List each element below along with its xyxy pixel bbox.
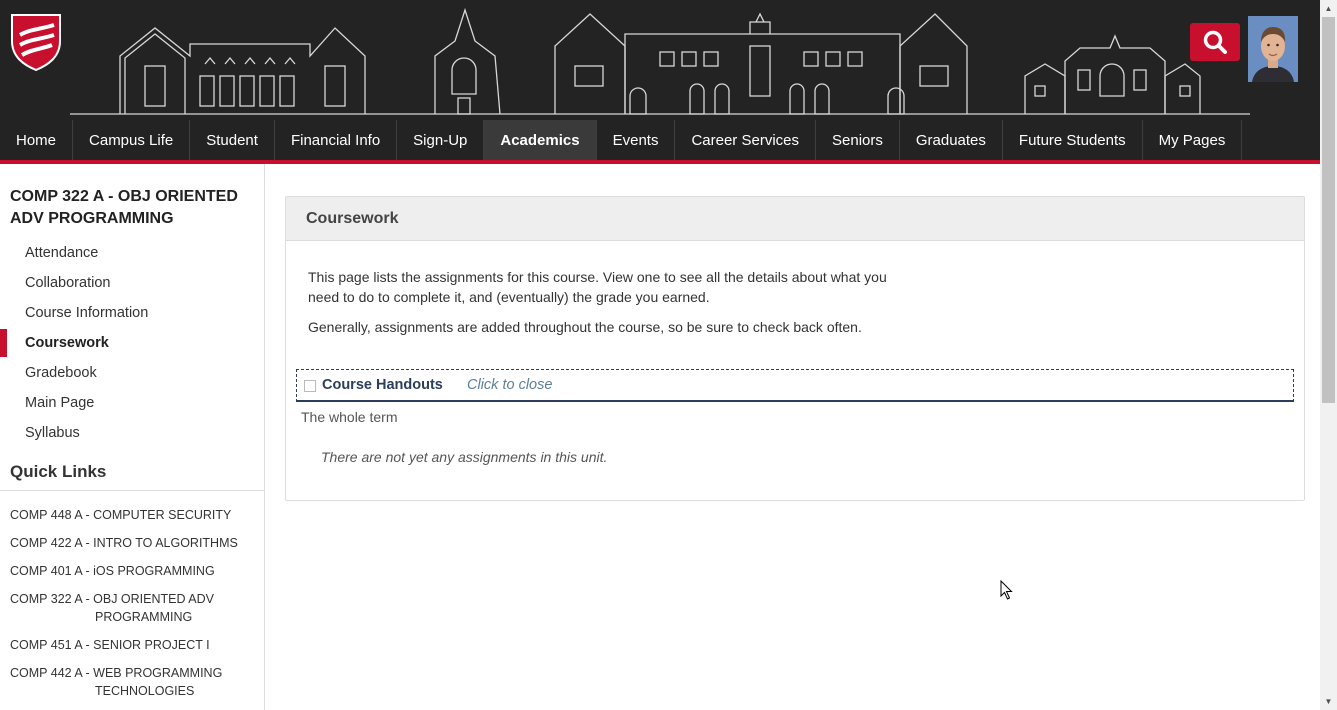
campus-skyline-illustration	[70, 7, 1250, 115]
intro-reminder: Generally, assignments are added through…	[308, 319, 862, 335]
nav-item-graduates[interactable]: Graduates	[900, 120, 1003, 160]
nav-item-financial-info[interactable]: Financial Info	[275, 120, 398, 160]
sidebar-item-gradebook[interactable]: Gradebook	[0, 358, 264, 388]
sidebar-item-attendance[interactable]: Attendance	[0, 238, 264, 268]
site-header	[0, 0, 1320, 120]
sidebar-item-course-information[interactable]: Course Information	[0, 298, 264, 328]
sidebar-item-collaboration[interactable]: Collaboration	[0, 268, 264, 298]
page-scrollbar[interactable]: ▲ ▼	[1320, 0, 1337, 710]
nav-item-career-services[interactable]: Career Services	[675, 120, 816, 160]
unit-title[interactable]: Course Handouts	[322, 377, 443, 393]
nav-item-academics[interactable]: Academics	[484, 120, 597, 160]
quick-link-item[interactable]: COMP 422 A - INTRO TO ALGORITHMS	[10, 534, 260, 552]
nav-item-campus-life[interactable]: Campus Life	[73, 120, 191, 160]
sidebar: COMP 322 A - OBJ ORIENTED ADV PROGRAMMIN…	[0, 164, 265, 710]
scroll-up-arrow-icon[interactable]: ▲	[1320, 0, 1337, 17]
page: Home Campus Life Student Financial Info Sign…	[0, 0, 1337, 710]
search-button[interactable]	[1190, 23, 1240, 61]
sidebar-item-syllabus[interactable]: Syllabus	[0, 418, 264, 448]
nav-list: Home Campus Life Student Financial Info Sign…	[0, 120, 1320, 160]
course-title: COMP 322 A - OBJ ORIENTED ADV PROGRAMMIN…	[10, 188, 238, 227]
nav-item-sign-up[interactable]: Sign-Up	[397, 120, 485, 160]
nav-item-events[interactable]: Events	[597, 120, 676, 160]
nav-item-student[interactable]: Student	[190, 120, 275, 160]
main-navigation: Home Campus Life Student Financial Info Sign…	[0, 120, 1320, 164]
unit-period: The whole term	[301, 409, 398, 425]
sidebar-divider	[0, 490, 264, 491]
sidebar-item-coursework[interactable]: Coursework	[0, 328, 264, 358]
quick-link-item[interactable]: COMP 451 A - SENIOR PROJECT I	[10, 636, 260, 654]
quick-links-list: COMP 448 A - COMPUTER SECURITY COMP 422 A…	[10, 506, 260, 710]
unit-checkbox[interactable]	[304, 380, 316, 392]
nav-item-home[interactable]: Home	[0, 120, 74, 160]
unit-empty-message: There are not yet any assignments in thi…	[321, 449, 608, 465]
unit-header-toggle[interactable]: Course Handouts Click to close	[296, 369, 1294, 402]
search-icon	[1203, 30, 1227, 54]
coursework-panel: Coursework This page lists the assignmen…	[285, 196, 1305, 501]
user-avatar[interactable]	[1248, 16, 1298, 82]
intro-paragraph: This page lists the assignments for this…	[308, 269, 887, 305]
quick-link-item[interactable]: COMP 322 A - OBJ ORIENTED ADV PROGRAMMIN…	[10, 590, 260, 626]
panel-title: Coursework	[286, 197, 1304, 241]
mouse-pointer-icon	[1000, 580, 1013, 600]
quick-link-item[interactable]: COMP 401 A - iOS PROGRAMMING	[10, 562, 260, 580]
avatar-portrait	[1248, 16, 1298, 82]
sidebar-item-main-page[interactable]: Main Page	[0, 388, 264, 418]
unit-toggle-link[interactable]: Click to close	[467, 377, 552, 393]
nav-item-future-students[interactable]: Future Students	[1003, 120, 1143, 160]
quick-links-heading: Quick Links	[10, 462, 107, 481]
scroll-thumb[interactable]	[1322, 17, 1335, 403]
nav-item-my-pages[interactable]: My Pages	[1143, 120, 1243, 160]
quick-link-item[interactable]: COMP 448 A - COMPUTER SECURITY	[10, 506, 260, 524]
shield-logo-icon[interactable]	[10, 13, 62, 71]
scroll-down-arrow-icon[interactable]: ▼	[1320, 693, 1337, 710]
quick-link-item[interactable]: COMP 442 A - WEB PROGRAMMING TECHNOLOGIE…	[10, 664, 260, 700]
course-menu: Attendance Collaboration Course Informatio…	[0, 238, 264, 448]
nav-item-seniors[interactable]: Seniors	[816, 120, 900, 160]
